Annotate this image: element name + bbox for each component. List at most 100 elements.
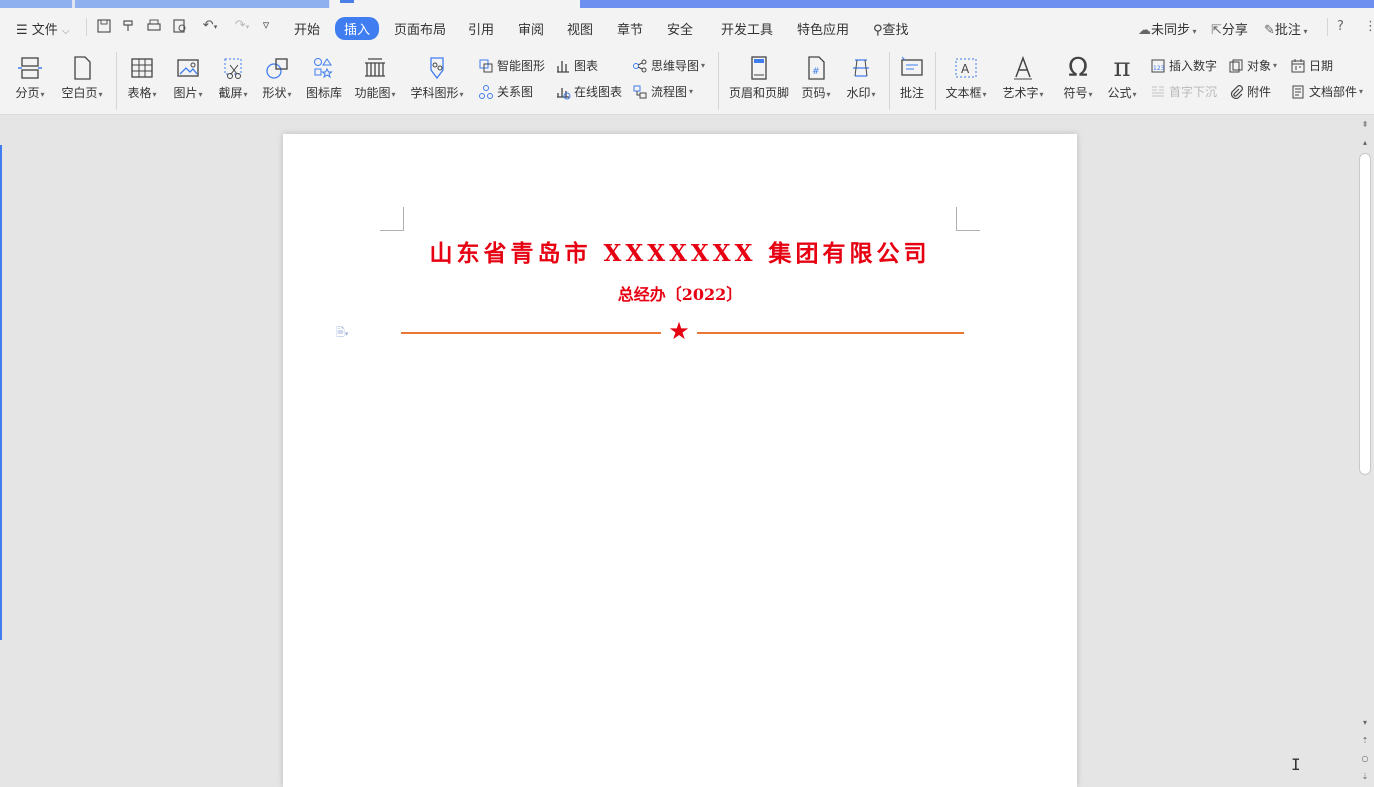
page-number-icon: # [798,54,834,82]
customize-toolbar-icon[interactable]: ▿ [258,18,274,34]
page-break-label: 分页 [15,86,40,100]
page-number-button[interactable]: # 页码▾ [798,54,834,101]
tab-references[interactable]: 引用 [468,19,494,38]
watermark-button[interactable]: 水印▾ [843,54,879,101]
scroll-top-icon[interactable]: ⇞ [1359,119,1371,131]
picture-button[interactable]: 图片▾ [170,54,206,101]
relation-chart-icon [479,84,493,99]
document-title[interactable]: 山东省青岛市 XXXXXXX 集团有限公司 [283,234,1077,268]
tab-chapter[interactable]: 章节 [617,19,643,38]
science-shape-button[interactable]: 学科图形▾ [408,54,466,101]
science-shape-label: 学科图形 [410,86,459,100]
menu-bar: ☰ 文件 ⌵ ↶▾ ↷▾ ▿ 开始 插入 页面布局 引用 审阅 视图 章节 安全… [0,8,1374,46]
tab-page-layout[interactable]: 页面布局 [394,19,446,38]
icon-library-label: 图标库 [305,86,342,100]
text-cursor-icon: I [1291,755,1301,774]
mind-map-icon [633,59,647,72]
previous-page-icon[interactable]: ⇡ [1359,735,1371,747]
tab-security[interactable]: 安全 [667,19,693,38]
file-menu[interactable]: ☰ 文件 ⌵ [16,19,70,38]
next-page-icon[interactable]: ⇣ [1359,771,1371,783]
format-painter-icon[interactable] [121,18,137,34]
document-subtitle[interactable]: 总经办〔2022〕 [283,281,1077,305]
function-chart-icon [352,54,398,82]
doc-parts-button[interactable]: 文档部件 ▾ [1290,83,1363,100]
search-button[interactable]: ⚲查找 [873,19,909,38]
formula-label: 公式 [1107,86,1132,100]
shapes-button[interactable]: 形状▾ [259,54,295,101]
print-preview-icon[interactable] [172,18,188,34]
page-break-icon [12,54,48,82]
text-box-label: 文本框 [945,86,982,100]
calendar-icon [1291,58,1305,72]
object-button[interactable]: 对象 ▾ [1228,57,1277,74]
picture-icon [170,54,206,82]
function-chart-button[interactable]: 功能图▾ [352,54,398,101]
function-chart-label: 功能图 [354,86,391,100]
divider [1327,18,1328,36]
mind-map-button[interactable]: 思维导图 ▾ [632,57,705,74]
cloud-icon: ☁ [1138,23,1151,38]
scroll-up-arrow[interactable]: ▴ [1359,137,1371,149]
red-separator-line-left [401,332,661,334]
help-button[interactable]: ? [1337,19,1344,34]
browse-object-icon[interactable]: ○ [1359,753,1371,765]
header-footer-button[interactable]: 页眉和页脚 [727,54,791,101]
word-art-button[interactable]: 艺术字▾ [1000,54,1046,101]
chart-button[interactable]: 图表 [555,57,598,74]
sync-button[interactable]: ☁未同步 ▾ [1138,19,1197,38]
icon-library-button[interactable]: 图标库 [304,54,344,101]
document-page[interactable]: 山东省青岛市 XXXXXXX 集团有限公司 总经办〔2022〕 🗎▾ ★ [283,134,1077,787]
chevron-down-icon: ⌵ [61,26,70,37]
tab-special-apps[interactable]: 特色应用 [797,19,849,38]
scroll-down-arrow[interactable]: ▾ [1359,717,1371,729]
online-chart-button[interactable]: 在线图表 [555,83,622,100]
file-menu-label: 文件 [31,23,58,38]
divider [86,18,87,36]
tab-home[interactable] [0,0,72,8]
screenshot-button[interactable]: 截屏▾ [215,54,251,101]
save-icon[interactable] [96,18,112,34]
tab-document-1[interactable] [75,0,329,8]
formula-button[interactable]: π 公式▾ [1104,54,1140,101]
tab-insert[interactable]: 插入 [335,17,380,40]
table-label: 表格 [127,86,152,100]
share-button[interactable]: ⇱分享 [1211,19,1248,38]
more-options-icon[interactable]: ⋮ [1364,19,1374,34]
watermark-label: 水印 [846,86,871,100]
page-break-button[interactable]: 分页▾ [12,54,48,101]
blank-page-button[interactable]: 空白页▾ [58,54,106,101]
tab-review[interactable]: 审阅 [518,19,544,38]
paragraph-layout-icon[interactable]: 🗎▾ [336,324,366,340]
divider [718,52,719,110]
scissors-icon [215,54,251,82]
tab-developer[interactable]: 开发工具 [721,19,773,38]
table-icon [124,54,160,82]
relation-chart-button[interactable]: 关系图 [478,83,533,100]
drop-cap-button[interactable]: 首字下沉 [1150,83,1217,100]
insert-number-button[interactable]: 123 插入数字 [1150,57,1217,74]
undo-icon[interactable]: ↶▾ [198,18,222,34]
comment-menu-button[interactable]: ✎批注 ▾ [1264,19,1307,38]
redo-icon[interactable]: ↷▾ [230,18,254,34]
svg-text:123: 123 [1153,65,1165,72]
tab-view[interactable]: 视图 [567,19,593,38]
tab-start[interactable]: 开始 [294,19,320,38]
pi-icon: π [1113,53,1131,83]
symbol-button[interactable]: Ω 符号▾ [1060,54,1096,101]
word-art-icon [1000,54,1046,82]
word-art-label: 艺术字 [1002,86,1039,100]
watermark-icon [843,54,879,82]
comment-button[interactable]: 批注 [896,54,928,101]
table-button[interactable]: 表格▾ [124,54,160,101]
date-button[interactable]: 日期 [1290,57,1333,74]
scrollbar-thumb[interactable] [1359,153,1371,475]
flow-chart-button[interactable]: 流程图 ▾ [632,83,693,100]
vertical-scrollbar[interactable]: ⇞ ▴ ▾ ⇡ ○ ⇣ [1357,115,1374,787]
tab-document-active[interactable] [330,0,580,8]
smart-shape-button[interactable]: 智能图形 [478,57,545,74]
text-box-button[interactable]: A 文本框▾ [944,54,988,101]
attachment-button[interactable]: 附件 [1228,83,1271,100]
print-icon[interactable] [146,18,162,34]
icon-library-icon [304,54,344,82]
